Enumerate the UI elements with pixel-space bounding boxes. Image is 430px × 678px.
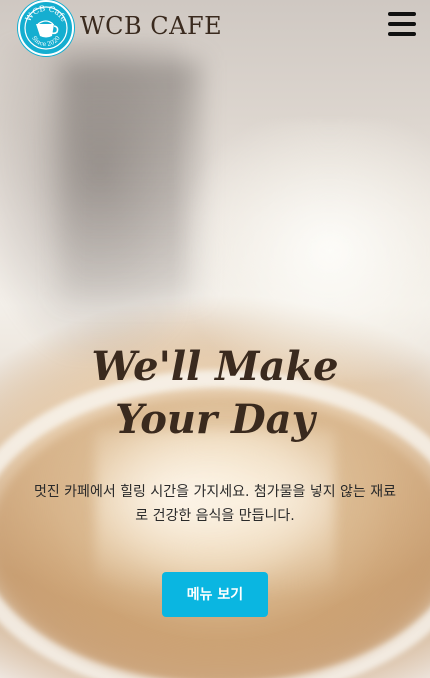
coffee-cup-icon: WCB Cafe Since 2020 bbox=[24, 4, 68, 50]
brand-name[interactable]: WCB CAFE bbox=[80, 12, 222, 40]
hero-headline: We'll Make Your Day bbox=[91, 343, 339, 443]
hero-description: 멋진 카페에서 힐링 시간을 가지세요. 첨가물을 넣지 않는 재료로 건강한 … bbox=[33, 484, 397, 524]
site-header: WCB Cafe Since 2020 WCB CAFE bbox=[0, 0, 430, 56]
background-blur-shape bbox=[60, 60, 200, 300]
logo[interactable]: WCB Cafe Since 2020 bbox=[18, 0, 74, 56]
hero-content: We'll Make Your Day 멋진 카페에서 힐링 시간을 가지세요.… bbox=[0, 340, 430, 617]
view-menu-button[interactable]: 메뉴 보기 bbox=[162, 572, 268, 617]
hamburger-menu-icon[interactable] bbox=[388, 12, 416, 36]
